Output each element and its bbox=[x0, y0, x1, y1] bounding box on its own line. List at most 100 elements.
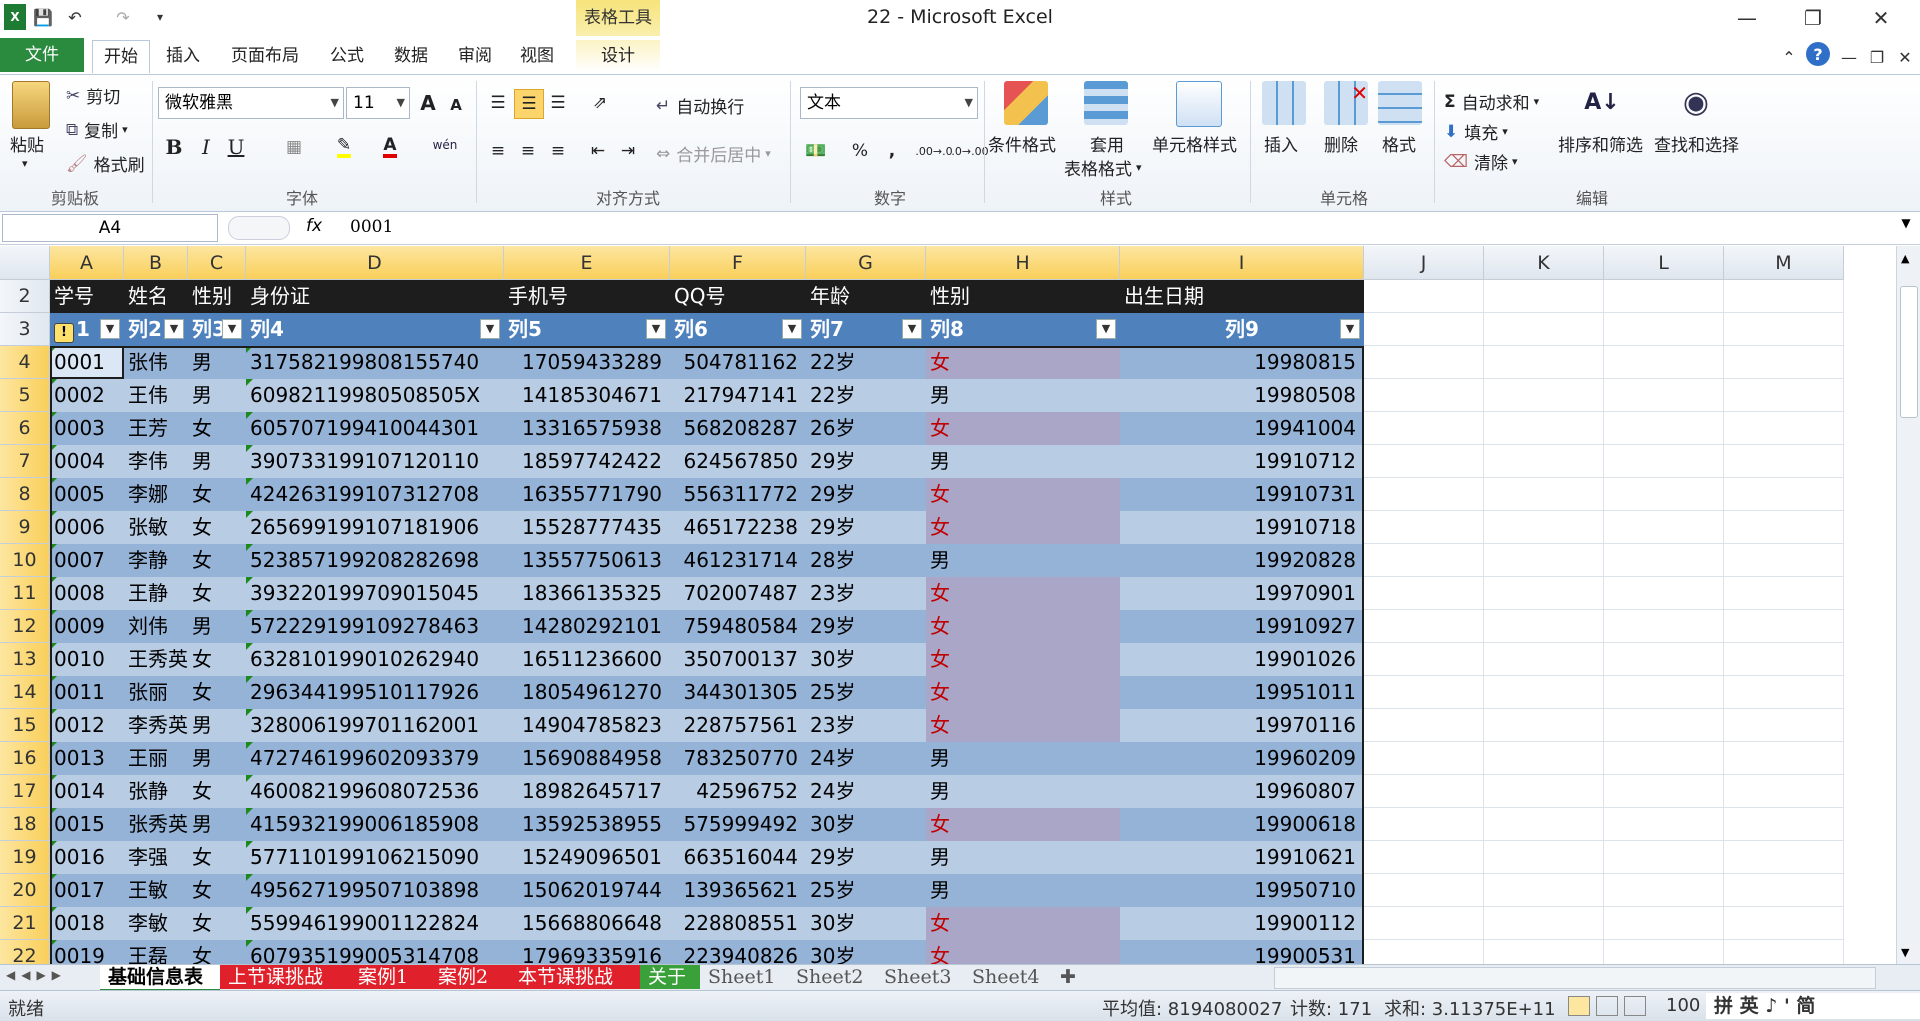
empty-cell[interactable] bbox=[1604, 643, 1724, 676]
table-cell[interactable]: 女 bbox=[188, 478, 246, 511]
table-cell[interactable]: 19900618 bbox=[1120, 808, 1364, 841]
column-header-F[interactable]: F bbox=[670, 246, 806, 280]
column-header-E[interactable]: E bbox=[504, 246, 670, 280]
table-cell[interactable]: 415932199006185908 bbox=[246, 808, 504, 841]
row-header[interactable]: 15 bbox=[0, 709, 50, 742]
filter-dropdown-icon[interactable]: ▼ bbox=[646, 319, 666, 339]
table-cell[interactable]: 13592538955 bbox=[504, 808, 670, 841]
align-center-icon[interactable]: ≡ bbox=[514, 137, 542, 165]
table-cell[interactable]: 605707199410044301 bbox=[246, 412, 504, 445]
row-header[interactable]: 10 bbox=[0, 544, 50, 577]
table-header-cell[interactable]: 身份证 bbox=[246, 280, 504, 313]
name-box[interactable]: A4 bbox=[2, 214, 218, 242]
help-icon[interactable]: ? bbox=[1806, 42, 1830, 66]
empty-cell[interactable] bbox=[1484, 610, 1604, 643]
table-cell[interactable]: 女 bbox=[188, 940, 246, 964]
empty-cell[interactable] bbox=[1604, 412, 1724, 445]
table-cell[interactable]: 577110199106215090 bbox=[246, 841, 504, 874]
table-cell[interactable]: 王磊 bbox=[124, 940, 188, 964]
row-header[interactable]: 12 bbox=[0, 610, 50, 643]
conditional-format-button[interactable]: 条件格式 bbox=[988, 131, 1056, 156]
table-cell[interactable]: 女 bbox=[188, 841, 246, 874]
table-cell[interactable]: 李秀英 bbox=[124, 709, 188, 742]
table-cell[interactable]: 男 bbox=[926, 775, 1120, 808]
table-cell[interactable]: 461231714 bbox=[670, 544, 806, 577]
table-cell[interactable]: 223940826 bbox=[670, 940, 806, 964]
underline-button[interactable]: U bbox=[222, 133, 250, 161]
cell-styles-button[interactable]: 单元格样式 bbox=[1152, 131, 1237, 156]
table-cell[interactable]: 504781162 bbox=[670, 346, 806, 379]
align-middle-icon[interactable]: ☰ bbox=[514, 89, 544, 119]
empty-cell[interactable] bbox=[1484, 874, 1604, 907]
format-as-table-button[interactable]: 套用 bbox=[1090, 131, 1124, 156]
empty-cell[interactable] bbox=[1724, 808, 1844, 841]
row-header[interactable]: 18 bbox=[0, 808, 50, 841]
table-cell[interactable]: 572229199109278463 bbox=[246, 610, 504, 643]
filter-dropdown-icon[interactable]: ▼ bbox=[902, 319, 922, 339]
empty-cell[interactable] bbox=[1604, 907, 1724, 940]
table-cell[interactable]: 13557750613 bbox=[504, 544, 670, 577]
filter-dropdown-icon[interactable]: ▼ bbox=[480, 319, 500, 339]
column-header-J[interactable]: J bbox=[1364, 246, 1484, 280]
table-cell[interactable]: 19951011 bbox=[1120, 676, 1364, 709]
table-cell[interactable]: 0005 bbox=[50, 478, 124, 511]
empty-cell[interactable] bbox=[1724, 478, 1844, 511]
table-cell[interactable]: 17059433289 bbox=[504, 346, 670, 379]
format-painter-button[interactable]: 🖌 格式刷 bbox=[66, 151, 145, 177]
table-cell[interactable]: 0014 bbox=[50, 775, 124, 808]
table-cell[interactable]: 女 bbox=[188, 907, 246, 940]
table-cell[interactable]: 男 bbox=[188, 346, 246, 379]
table-cell[interactable]: 19910718 bbox=[1120, 511, 1364, 544]
insert-sheet-icon[interactable]: ✚ bbox=[1052, 965, 1084, 989]
empty-cell[interactable] bbox=[1604, 874, 1724, 907]
filter-header-cell[interactable]: 列2 ▼ bbox=[124, 313, 188, 346]
table-cell[interactable]: 15528777435 bbox=[504, 511, 670, 544]
row-header[interactable]: 14 bbox=[0, 676, 50, 709]
row-header[interactable]: 5 bbox=[0, 379, 50, 412]
format-cells-button[interactable]: 格式 bbox=[1382, 131, 1416, 156]
sheet-tab[interactable]: Sheet1 bbox=[700, 965, 788, 989]
table-cell[interactable]: 18597742422 bbox=[504, 445, 670, 478]
table-cell[interactable]: 265699199107181906 bbox=[246, 511, 504, 544]
restore-icon[interactable]: ❐ bbox=[1790, 4, 1836, 32]
empty-cell[interactable] bbox=[1604, 313, 1724, 346]
ime-toolbar[interactable]: 拼 英 ♪ ' 简 bbox=[1706, 993, 1920, 1019]
increase-indent-icon[interactable]: ⇥ bbox=[614, 137, 642, 165]
empty-cell[interactable] bbox=[1484, 511, 1604, 544]
empty-cell[interactable] bbox=[1364, 544, 1484, 577]
empty-cell[interactable] bbox=[1604, 280, 1724, 313]
table-cell[interactable]: 刘伟 bbox=[124, 610, 188, 643]
empty-cell[interactable] bbox=[1724, 907, 1844, 940]
empty-cell[interactable] bbox=[1724, 874, 1844, 907]
delete-cells-button[interactable]: 删除 bbox=[1324, 131, 1358, 156]
filter-dropdown-icon[interactable]: ▼ bbox=[222, 319, 242, 339]
empty-cell[interactable] bbox=[1364, 841, 1484, 874]
table-cell[interactable]: 15668806648 bbox=[504, 907, 670, 940]
table-cell[interactable]: 26岁 bbox=[806, 412, 926, 445]
empty-cell[interactable] bbox=[1364, 907, 1484, 940]
tab-review[interactable]: 审阅 bbox=[452, 40, 498, 72]
empty-cell[interactable] bbox=[1604, 742, 1724, 775]
row-header[interactable]: 16 bbox=[0, 742, 50, 775]
filter-header-cell[interactable]: ! 1 ▼ bbox=[50, 313, 124, 346]
collapse-ribbon-icon[interactable]: ⌃ bbox=[1778, 44, 1800, 70]
percent-button[interactable]: % bbox=[846, 137, 874, 165]
table-cell[interactable]: 0017 bbox=[50, 874, 124, 907]
empty-cell[interactable] bbox=[1484, 709, 1604, 742]
table-cell[interactable]: 30岁 bbox=[806, 940, 926, 964]
tab-view[interactable]: 视图 bbox=[514, 40, 560, 72]
empty-cell[interactable] bbox=[1484, 379, 1604, 412]
decrease-decimal-button[interactable]: .0→.00 bbox=[951, 137, 988, 165]
cut-button[interactable]: ✂ 剪切 bbox=[66, 83, 120, 109]
empty-cell[interactable] bbox=[1364, 742, 1484, 775]
table-cell[interactable]: 女 bbox=[926, 610, 1120, 643]
table-cell[interactable]: 328006199701162001 bbox=[246, 709, 504, 742]
table-cell[interactable]: 王静 bbox=[124, 577, 188, 610]
table-cell[interactable]: 19920828 bbox=[1120, 544, 1364, 577]
table-cell[interactable]: 王秀英 bbox=[124, 643, 188, 676]
table-cell[interactable]: 女 bbox=[188, 577, 246, 610]
table-cell[interactable]: 女 bbox=[188, 676, 246, 709]
expand-formula-icon[interactable]: ▼ bbox=[1896, 216, 1916, 230]
table-cell[interactable]: 女 bbox=[188, 412, 246, 445]
horizontal-scrollbar[interactable] bbox=[1274, 967, 1876, 989]
